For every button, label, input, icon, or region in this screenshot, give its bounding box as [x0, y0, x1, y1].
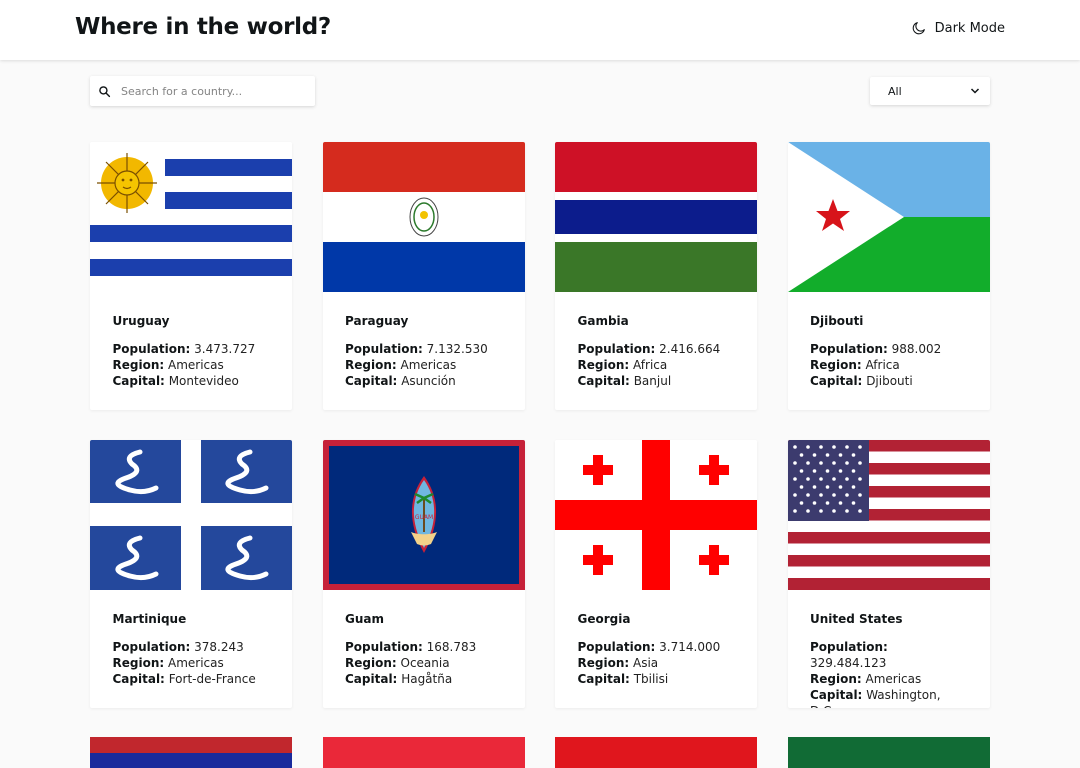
- region-filter-select[interactable]: All: [870, 77, 990, 105]
- country-card[interactable]: [322, 737, 525, 768]
- flag-partial: [555, 737, 757, 768]
- region-filter-value: All: [888, 84, 902, 98]
- capital-row: Capital: Tbilisi: [577, 672, 669, 686]
- flag-martinique: [90, 440, 292, 590]
- search-box[interactable]: [90, 76, 315, 106]
- population-row: Population: 2.416.664: [577, 342, 721, 356]
- country-card[interactable]: United States Population: 329.484.123 Re…: [787, 440, 990, 708]
- flag-partial: [787, 737, 990, 768]
- country-name: Gambia: [577, 314, 629, 328]
- population-row: Population: 3.473.727: [112, 342, 256, 356]
- population-row: Population: 3.714.000: [577, 640, 721, 654]
- dark-mode-label: Dark Mode: [934, 20, 1005, 36]
- moon-icon: [912, 22, 925, 35]
- country-card[interactable]: Uruguay Population: 3.473.727 Region: Am…: [90, 142, 292, 410]
- flag-partial: [90, 737, 292, 768]
- sun-of-may-icon: [97, 153, 157, 213]
- site-header: Where in the world? Dark Mode: [0, 0, 1080, 60]
- country-name: Djibouti: [810, 314, 864, 328]
- country-card[interactable]: [90, 737, 292, 768]
- country-name: Georgia: [577, 612, 631, 626]
- country-card[interactable]: [555, 737, 757, 768]
- flag-georgia: [555, 440, 757, 590]
- region-row: Region: Americas: [810, 672, 922, 686]
- region-row: Region: Asia: [577, 656, 659, 670]
- next-row-cards: [90, 737, 990, 768]
- chevron-down-icon: [970, 88, 980, 94]
- region-row: Region: Americas: [112, 656, 224, 670]
- app-title: Where in the world?: [75, 14, 331, 40]
- country-card[interactable]: Georgia Population: 3.714.000 Region: As…: [555, 440, 757, 708]
- country-name: Uruguay: [112, 314, 170, 328]
- population-row: Population: 378.243: [112, 640, 244, 654]
- country-name: Martinique: [112, 612, 187, 626]
- flag-guam: GUAM: [322, 440, 525, 590]
- country-card[interactable]: GUAM Guam Population: 168.783 Region: Oc…: [322, 440, 525, 708]
- capital-row: Capital: Montevideo: [112, 374, 239, 388]
- flag-djibouti: [787, 142, 990, 292]
- dark-mode-toggle[interactable]: Dark Mode: [911, 20, 1005, 36]
- region-row: Region: Americas: [345, 358, 457, 372]
- country-card[interactable]: Paraguay Population: 7.132.530 Region: A…: [322, 142, 525, 410]
- region-row: Region: Americas: [112, 358, 224, 372]
- svg-text:GUAM: GUAM: [414, 514, 432, 521]
- capital-row: Capital: Banjul: [577, 374, 672, 388]
- country-name: United States: [810, 612, 903, 626]
- search-icon: [99, 85, 111, 97]
- capital-row: Capital: Djibouti: [810, 374, 913, 388]
- country-card[interactable]: Gambia Population: 2.416.664 Region: Afr…: [555, 142, 757, 410]
- region-row: Region: Africa: [577, 358, 668, 372]
- population-row: Population: 329.484.123: [810, 640, 888, 670]
- capital-row: Capital: Fort-de-France: [112, 672, 256, 686]
- population-row: Population: 168.783: [345, 640, 477, 654]
- flag-gambia: [555, 142, 757, 292]
- flag-united-states: [787, 440, 990, 590]
- capital-row: Capital: Washington, D.C.: [810, 688, 941, 708]
- coat-of-arms-icon: [409, 197, 438, 237]
- flag-partial: [322, 737, 525, 768]
- capital-row: Capital: Asunción: [345, 374, 456, 388]
- flag-paraguay: [322, 142, 525, 292]
- country-card[interactable]: Djibouti Population: 988.002 Region: Afr…: [787, 142, 990, 410]
- country-grid: Uruguay Population: 3.473.727 Region: Am…: [90, 142, 990, 708]
- country-card[interactable]: Martinique Population: 378.243 Region: A…: [90, 440, 292, 708]
- capital-row: Capital: Hagåtña: [345, 672, 453, 686]
- region-row: Region: Oceania: [345, 656, 450, 670]
- country-card[interactable]: [787, 737, 990, 768]
- country-name: Guam: [345, 612, 384, 626]
- region-row: Region: Africa: [810, 358, 900, 372]
- population-row: Population: 7.132.530: [345, 342, 488, 356]
- population-row: Population: 988.002: [810, 342, 942, 356]
- search-input[interactable]: [121, 84, 301, 98]
- flag-uruguay: [90, 142, 292, 292]
- country-name: Paraguay: [345, 314, 409, 328]
